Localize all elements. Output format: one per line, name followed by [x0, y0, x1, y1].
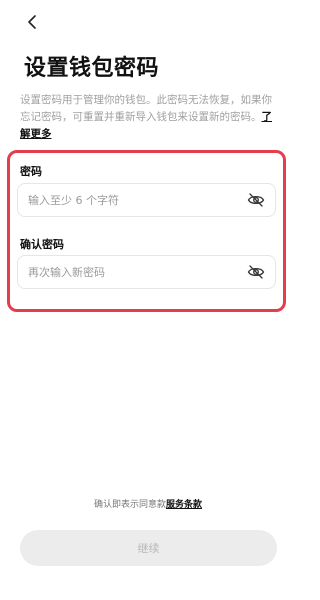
description: 设置密码用于管理你的钱包。此密码无法恢复，如果你忘记密码，可重置并重新导入钱包来… [20, 92, 278, 143]
back-button[interactable] [22, 12, 42, 32]
password-field[interactable] [17, 183, 276, 217]
password-visibility-toggle[interactable] [247, 192, 265, 208]
terms-notice: 确认即表示同意款服务条款 [0, 497, 296, 510]
page-title: 设置钱包密码 [24, 56, 160, 81]
eye-slash-icon [247, 265, 265, 279]
terms-of-service-link[interactable]: 服务条款 [166, 500, 202, 510]
terms-prefix: 确认即表示同意款 [93, 500, 166, 510]
confirm-password-label: 确认密码 [20, 238, 64, 251]
chevron-left-icon [28, 15, 36, 29]
continue-button[interactable]: 继续 [20, 530, 277, 566]
description-text: 设置密码用于管理你的钱包。此密码无法恢复，如果你忘记密码，可重置并重新导入钱包来… [20, 94, 272, 123]
password-label: 密码 [20, 165, 42, 178]
confirm-password-field[interactable] [17, 255, 276, 289]
confirm-password-visibility-toggle[interactable] [247, 264, 265, 280]
confirm-password-input[interactable] [28, 256, 238, 288]
eye-slash-icon [247, 193, 265, 207]
password-input[interactable] [28, 184, 238, 216]
